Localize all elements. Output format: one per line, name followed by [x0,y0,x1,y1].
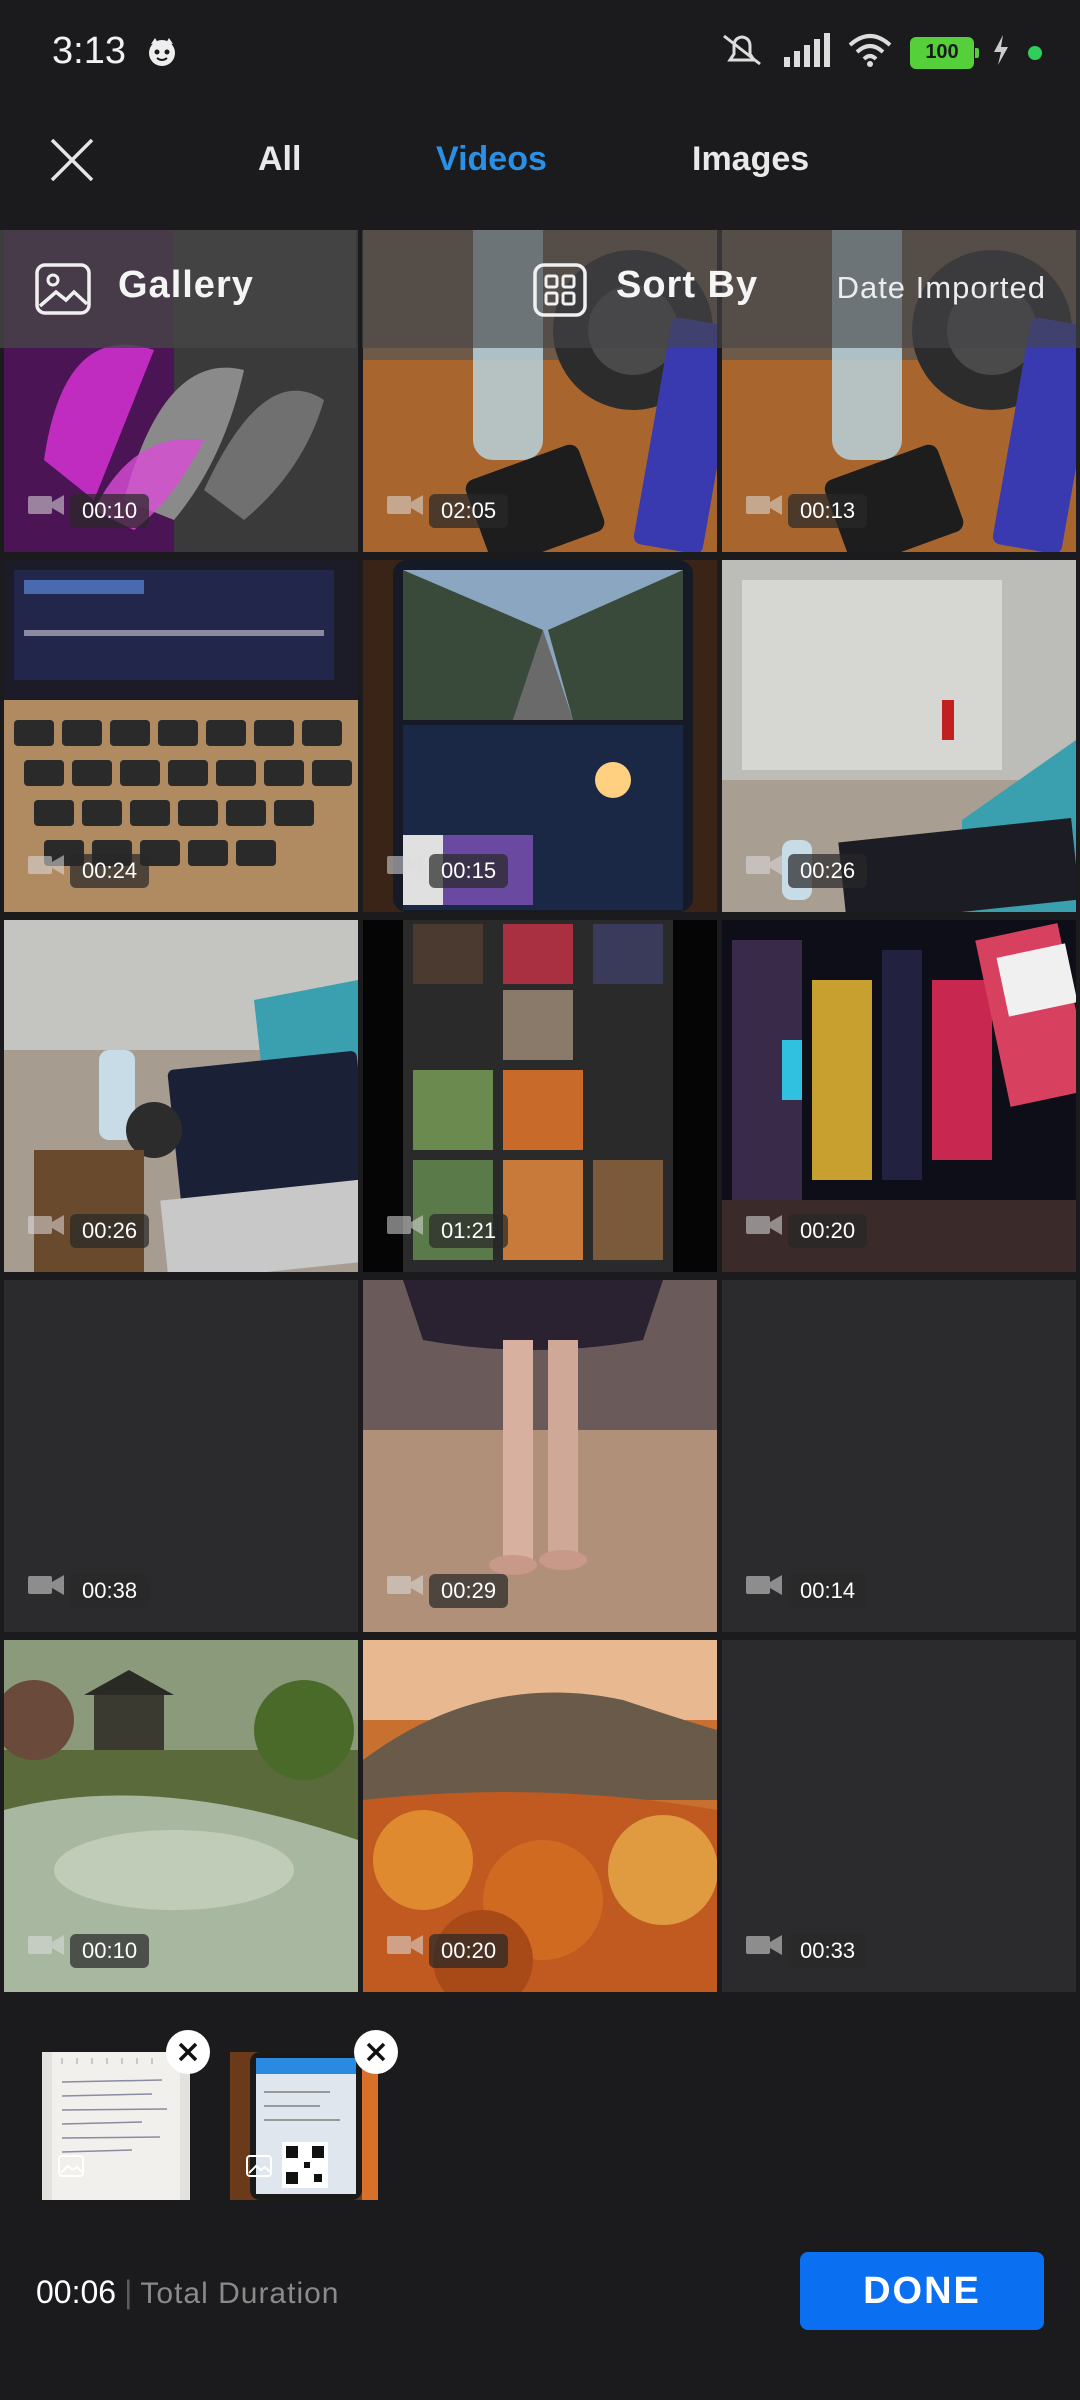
remove-selected-button[interactable] [354,2030,398,2074]
media-item[interactable]: 00:14 [722,1280,1076,1632]
video-duration: 00:29 [429,1574,509,1608]
sort-by-value: Date Imported [836,270,1046,305]
video-camera-icon [387,1213,423,1242]
video-duration: 01:21 [429,1214,509,1248]
image-icon [246,2155,272,2182]
video-duration: 00:10 [70,494,150,528]
mute-icon [720,32,764,73]
video-duration: 00:33 [788,1934,868,1968]
status-time: 3:13 [52,30,126,72]
gallery-image-icon [34,262,92,321]
notification-cat-icon [146,36,178,73]
close-button[interactable] [46,134,98,186]
done-button[interactable]: DONE [800,2252,1044,2330]
tab-images[interactable]: Images [692,140,809,179]
gallery-label: Gallery [118,264,254,306]
media-item[interactable]: 00:10 [4,1640,358,1992]
remove-x-icon [366,2042,386,2062]
video-camera-icon [28,1933,64,1962]
sort-by-selector[interactable]: Sort By Date Imported [362,230,1080,348]
close-icon [50,138,94,182]
video-camera-icon [28,1213,64,1242]
media-item[interactable]: 00:29 [363,1280,717,1632]
video-camera-icon [28,1573,64,1602]
status-bar: 3:13 100 [0,0,1080,110]
footer-bar: 00:06 | Total Duration DONE [0,2226,1080,2400]
wifi-icon [848,33,892,72]
media-item[interactable]: 00:38 [4,1280,358,1632]
video-camera-icon [746,1573,782,1602]
video-duration: 00:26 [70,1214,150,1248]
gallery-sort-bar: Gallery Sort By Date Imported [0,230,1080,348]
video-camera-icon [28,493,64,522]
privacy-indicator-dot [1028,45,1042,60]
gallery-selector[interactable]: Gallery [0,230,356,348]
remove-x-icon [178,2042,198,2062]
media-item[interactable]: 00:15 [363,560,717,912]
media-grid[interactable]: 00:10 02:05 00:13 00:24 00:15 00:26 00:2… [0,230,1080,1996]
media-item[interactable]: 00:24 [4,560,358,912]
video-duration: 00:26 [788,854,868,888]
remove-selected-button[interactable] [166,2030,210,2074]
video-camera-icon [387,853,423,882]
video-camera-icon [746,853,782,882]
video-duration: 00:20 [429,1934,509,1968]
media-item[interactable]: 01:21 [363,920,717,1272]
video-camera-icon [387,493,423,522]
media-item[interactable]: 00:26 [4,920,358,1272]
sort-grid-icon [532,262,588,323]
selected-item[interactable] [230,2052,378,2200]
selected-item[interactable] [42,2052,190,2200]
video-duration: 00:10 [70,1934,150,1968]
video-duration: 00:15 [429,854,509,888]
video-duration: 00:38 [70,1574,150,1608]
video-camera-icon [28,853,64,882]
video-duration: 00:13 [788,494,868,528]
video-camera-icon [387,1573,423,1602]
media-item[interactable]: 00:26 [722,560,1076,912]
video-duration: 02:05 [429,494,509,528]
selected-media-tray [0,1996,1080,2226]
video-duration: 00:14 [788,1574,868,1608]
divider: | [124,2274,133,2310]
video-duration: 00:24 [70,854,150,888]
image-icon [58,2155,84,2182]
media-item[interactable]: 00:33 [722,1640,1076,1992]
charging-icon [992,35,1010,70]
video-duration: 00:20 [788,1214,868,1248]
signal-icon [782,33,830,72]
media-item[interactable]: 00:20 [722,920,1076,1272]
video-camera-icon [746,1213,782,1242]
total-duration-value: 00:06 [36,2274,117,2310]
tab-videos[interactable]: Videos [436,140,547,179]
total-duration: 00:06 | Total Duration [36,2274,340,2311]
media-item[interactable]: 00:20 [363,1640,717,1992]
tab-all[interactable]: All [258,140,301,179]
top-header: All Videos Images [0,110,1080,230]
battery-indicator: 100 [910,36,979,69]
video-camera-icon [746,493,782,522]
video-camera-icon [387,1933,423,1962]
video-camera-icon [746,1933,782,1962]
sort-by-label: Sort By [616,264,759,306]
total-duration-label: Total Duration [140,2277,340,2310]
